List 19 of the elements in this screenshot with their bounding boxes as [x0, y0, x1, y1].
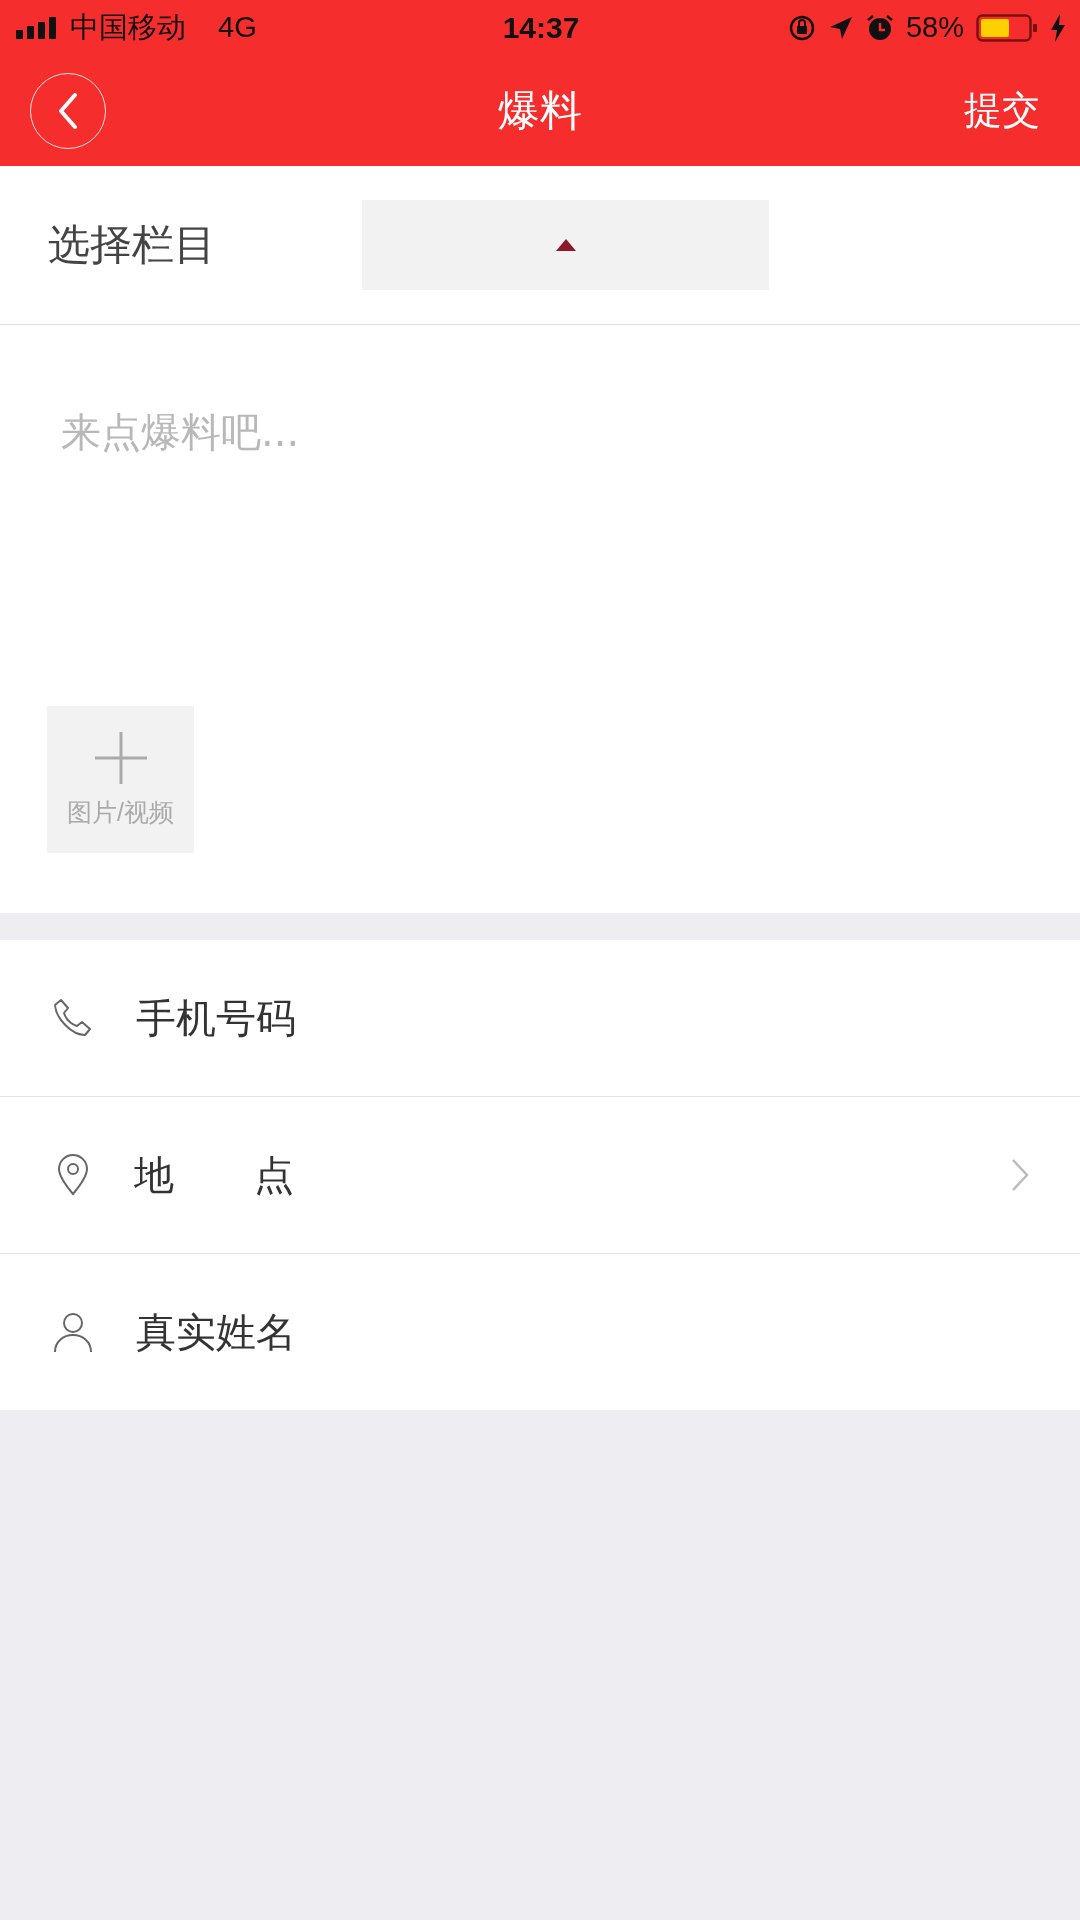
battery-percent: 58% [905, 11, 964, 44]
plus-icon [92, 730, 149, 786]
carrier-name: 中国移动 [70, 9, 186, 45]
column-label: 选择栏目 [48, 219, 217, 271]
person-icon [52, 1311, 94, 1353]
phone-icon [52, 997, 94, 1039]
network-type: 4G [218, 11, 257, 44]
charging-bolt-icon [1050, 13, 1066, 42]
page-title: 爆料 [498, 84, 582, 137]
rotation-lock-icon [787, 13, 816, 42]
alarm-icon [865, 13, 894, 42]
text-field[interactable]: 手机号码 [134, 994, 838, 1042]
add-media-button[interactable]: 图片/视频 [47, 706, 194, 853]
battery-icon [976, 13, 1038, 42]
submit-button[interactable]: 提交 [964, 85, 1040, 136]
location-label: 地 点 [134, 1150, 294, 1200]
text-field[interactable]: 真实姓名 [134, 1308, 838, 1356]
caret-up-icon [555, 239, 576, 251]
status-time: 14:37 [502, 10, 580, 45]
